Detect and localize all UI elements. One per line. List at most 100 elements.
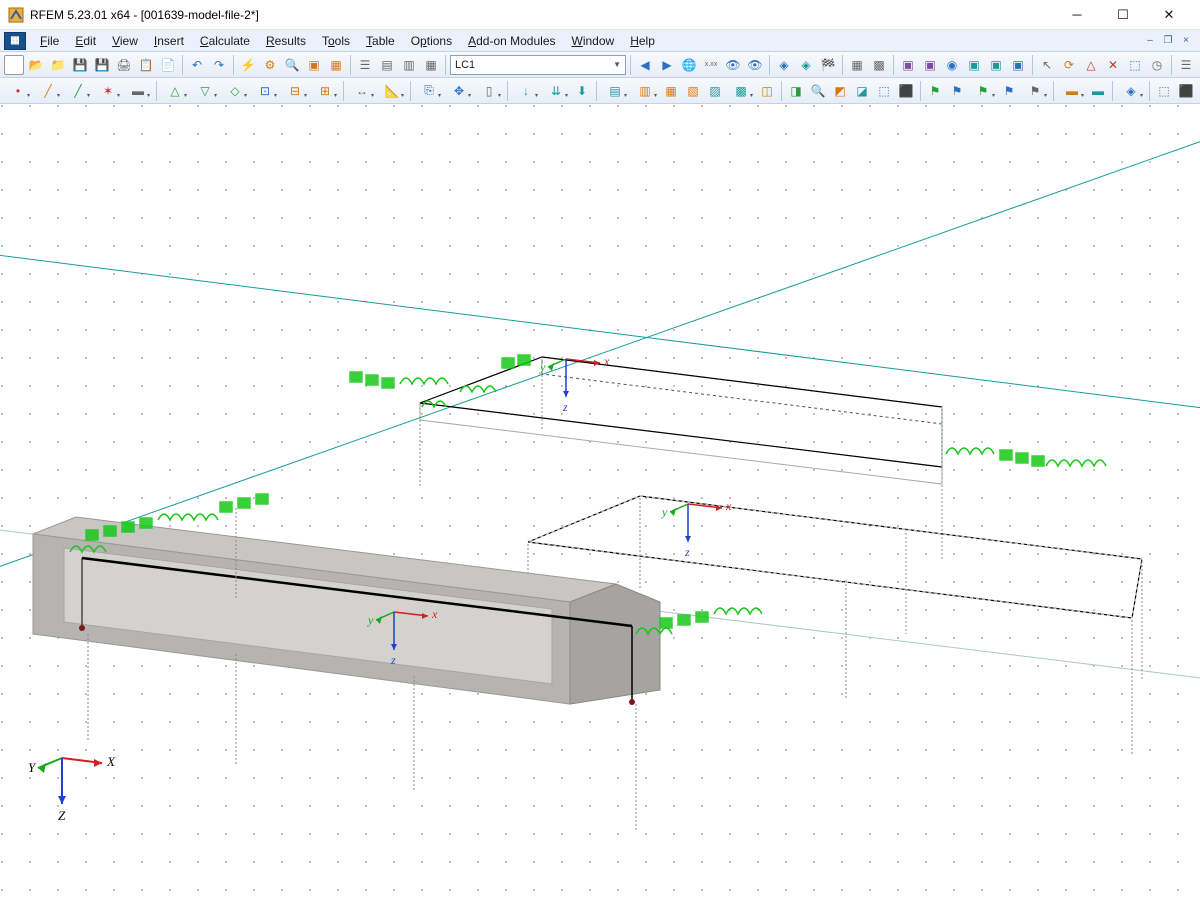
display-4-button[interactable]: ◪ bbox=[852, 81, 872, 101]
lightning-button[interactable]: ⚡ bbox=[238, 55, 258, 75]
module-1-button[interactable]: ▣ bbox=[898, 55, 918, 75]
save-button[interactable]: 💾 bbox=[70, 55, 90, 75]
rotate-tool-button[interactable]: ⟳ bbox=[1059, 55, 1079, 75]
display-6-button[interactable]: ⬛ bbox=[896, 81, 916, 101]
flag-5-button[interactable]: ⚑ bbox=[1021, 81, 1049, 101]
support-2-button[interactable]: ▽ bbox=[191, 81, 219, 101]
module-3-button[interactable]: ◉ bbox=[942, 55, 962, 75]
loadcase-2-button[interactable]: ▥ bbox=[631, 81, 659, 101]
load-3-button[interactable]: ⬇ bbox=[572, 81, 592, 101]
new-file-button[interactable]: ▫ bbox=[4, 55, 24, 75]
dimension-button[interactable]: ↔ bbox=[348, 81, 376, 101]
loadcase-1-button[interactable]: ▤ bbox=[601, 81, 629, 101]
view-2-button[interactable]: ◈ bbox=[796, 55, 816, 75]
loadcase-7-button[interactable]: ◫ bbox=[757, 81, 777, 101]
menu-results[interactable]: Results bbox=[258, 32, 314, 50]
menu-help[interactable]: Help bbox=[622, 32, 663, 50]
eye1-button[interactable]: 👁 bbox=[723, 55, 743, 75]
display-1-button[interactable]: ◨ bbox=[786, 81, 806, 101]
support-3-button[interactable]: ◇ bbox=[221, 81, 249, 101]
flag-2-button[interactable]: ⚑ bbox=[947, 81, 967, 101]
print-button[interactable]: 🖨 bbox=[114, 55, 134, 75]
select-tool-button[interactable]: ↖ bbox=[1037, 55, 1057, 75]
module-5-button[interactable]: ▣ bbox=[986, 55, 1006, 75]
flag-4-button[interactable]: ⚑ bbox=[999, 81, 1019, 101]
next-loadcase-button[interactable]: ▶ bbox=[657, 55, 677, 75]
loadcase-5-button[interactable]: ▨ bbox=[705, 81, 725, 101]
section-button[interactable]: ⬚ bbox=[1125, 55, 1145, 75]
module-4-button[interactable]: ▣ bbox=[964, 55, 984, 75]
menu-options[interactable]: Options bbox=[403, 32, 460, 50]
result-2-button[interactable]: ▬ bbox=[1088, 81, 1108, 101]
flag-button[interactable]: 🏁 bbox=[818, 55, 838, 75]
loadcase-4-button[interactable]: ▧ bbox=[683, 81, 703, 101]
line-tool-button[interactable]: ╱ bbox=[34, 81, 62, 101]
surface-tool-button[interactable]: ✶ bbox=[94, 81, 122, 101]
menu-insert[interactable]: Insert bbox=[146, 32, 192, 50]
table-button[interactable]: ▤ bbox=[377, 55, 397, 75]
prev-loadcase-button[interactable]: ◀ bbox=[635, 55, 655, 75]
menu-window[interactable]: Window bbox=[564, 32, 623, 50]
iso-view-button[interactable]: ◈ bbox=[774, 55, 794, 75]
menu-file[interactable]: File bbox=[32, 32, 67, 50]
triad-button[interactable]: △ bbox=[1081, 55, 1101, 75]
node-tool-button[interactable]: • bbox=[4, 81, 32, 101]
wire-button[interactable]: ⬚ bbox=[1154, 81, 1174, 101]
list-view-button[interactable]: ☰ bbox=[355, 55, 375, 75]
mesh-button[interactable]: ▩ bbox=[869, 55, 889, 75]
open-file-button[interactable]: 📂 bbox=[26, 55, 46, 75]
member-tool-button[interactable]: ╱ bbox=[64, 81, 92, 101]
menu-view[interactable]: View bbox=[104, 32, 146, 50]
loadcase-3-button[interactable]: ▦ bbox=[661, 81, 681, 101]
copy-tool-button[interactable]: ⎘ bbox=[415, 81, 443, 101]
display-2-button[interactable]: 🔍 bbox=[808, 81, 828, 101]
axes-button[interactable]: ✕ bbox=[1103, 55, 1123, 75]
mirror-tool-button[interactable]: ▯ bbox=[475, 81, 503, 101]
move-tool-button[interactable]: ✥ bbox=[445, 81, 473, 101]
dim-xxx-button[interactable]: x.xx bbox=[701, 55, 721, 75]
detail-button[interactable]: ▣ bbox=[304, 55, 324, 75]
view-cube-button[interactable]: ◈ bbox=[1117, 81, 1145, 101]
menu-calculate[interactable]: Calculate bbox=[192, 32, 258, 50]
menu-table[interactable]: Table bbox=[358, 32, 403, 50]
solid-view-button[interactable]: ⬛ bbox=[1176, 81, 1196, 101]
app-menu-icon[interactable]: ▦ bbox=[4, 32, 26, 50]
loadcase-6-button[interactable]: ▩ bbox=[727, 81, 755, 101]
display-5-button[interactable]: ⬚ bbox=[874, 81, 894, 101]
display-3-button[interactable]: ◩ bbox=[830, 81, 850, 101]
flag-1-button[interactable]: ⚑ bbox=[925, 81, 945, 101]
mdi-minimize-icon[interactable]: – bbox=[1142, 34, 1158, 48]
module-6-button[interactable]: ▣ bbox=[1008, 55, 1028, 75]
panel-button[interactable]: ▦ bbox=[421, 55, 441, 75]
menu-addon-modules[interactable]: Add-on Modules bbox=[460, 32, 563, 50]
load-2-button[interactable]: ⇊ bbox=[542, 81, 570, 101]
module-2-button[interactable]: ▣ bbox=[920, 55, 940, 75]
release-button[interactable]: ⊟ bbox=[281, 81, 309, 101]
zoom-extents-button[interactable]: ▦ bbox=[326, 55, 346, 75]
undo-button[interactable]: ↶ bbox=[187, 55, 207, 75]
globe-button[interactable]: 🌐 bbox=[679, 55, 699, 75]
hinge-button[interactable]: ⊡ bbox=[251, 81, 279, 101]
clock-button[interactable]: ◷ bbox=[1147, 55, 1167, 75]
report-button[interactable]: 📄 bbox=[158, 55, 178, 75]
search-button[interactable]: 🔍 bbox=[282, 55, 302, 75]
support-1-button[interactable]: △ bbox=[161, 81, 189, 101]
flag-3-button[interactable]: ⚑ bbox=[969, 81, 997, 101]
mdi-restore-icon[interactable]: ❐ bbox=[1160, 34, 1176, 48]
loadcase-combo[interactable]: LC1 ▼ bbox=[450, 55, 626, 75]
menu-tools[interactable]: Tools bbox=[314, 32, 358, 50]
eye2-button[interactable]: 👁 bbox=[745, 55, 765, 75]
load-1-button[interactable]: ↓ bbox=[512, 81, 540, 101]
minimize-button[interactable]: ─ bbox=[1054, 0, 1100, 30]
close-button[interactable]: ✕ bbox=[1146, 0, 1192, 30]
model-viewport[interactable]: xyz xyz xyz X Y Z bbox=[0, 104, 1200, 900]
open-recent-button[interactable]: 📁 bbox=[48, 55, 68, 75]
menu-edit[interactable]: Edit bbox=[67, 32, 104, 50]
navigator-button[interactable]: ▥ bbox=[399, 55, 419, 75]
mdi-close-icon[interactable]: × bbox=[1178, 34, 1194, 48]
solid-tool-button[interactable]: ▬ bbox=[124, 81, 152, 101]
redo-button[interactable]: ↷ bbox=[209, 55, 229, 75]
list2-button[interactable]: ☰ bbox=[1176, 55, 1196, 75]
maximize-button[interactable]: ☐ bbox=[1100, 0, 1146, 30]
calculate-button[interactable]: ⚙ bbox=[260, 55, 280, 75]
